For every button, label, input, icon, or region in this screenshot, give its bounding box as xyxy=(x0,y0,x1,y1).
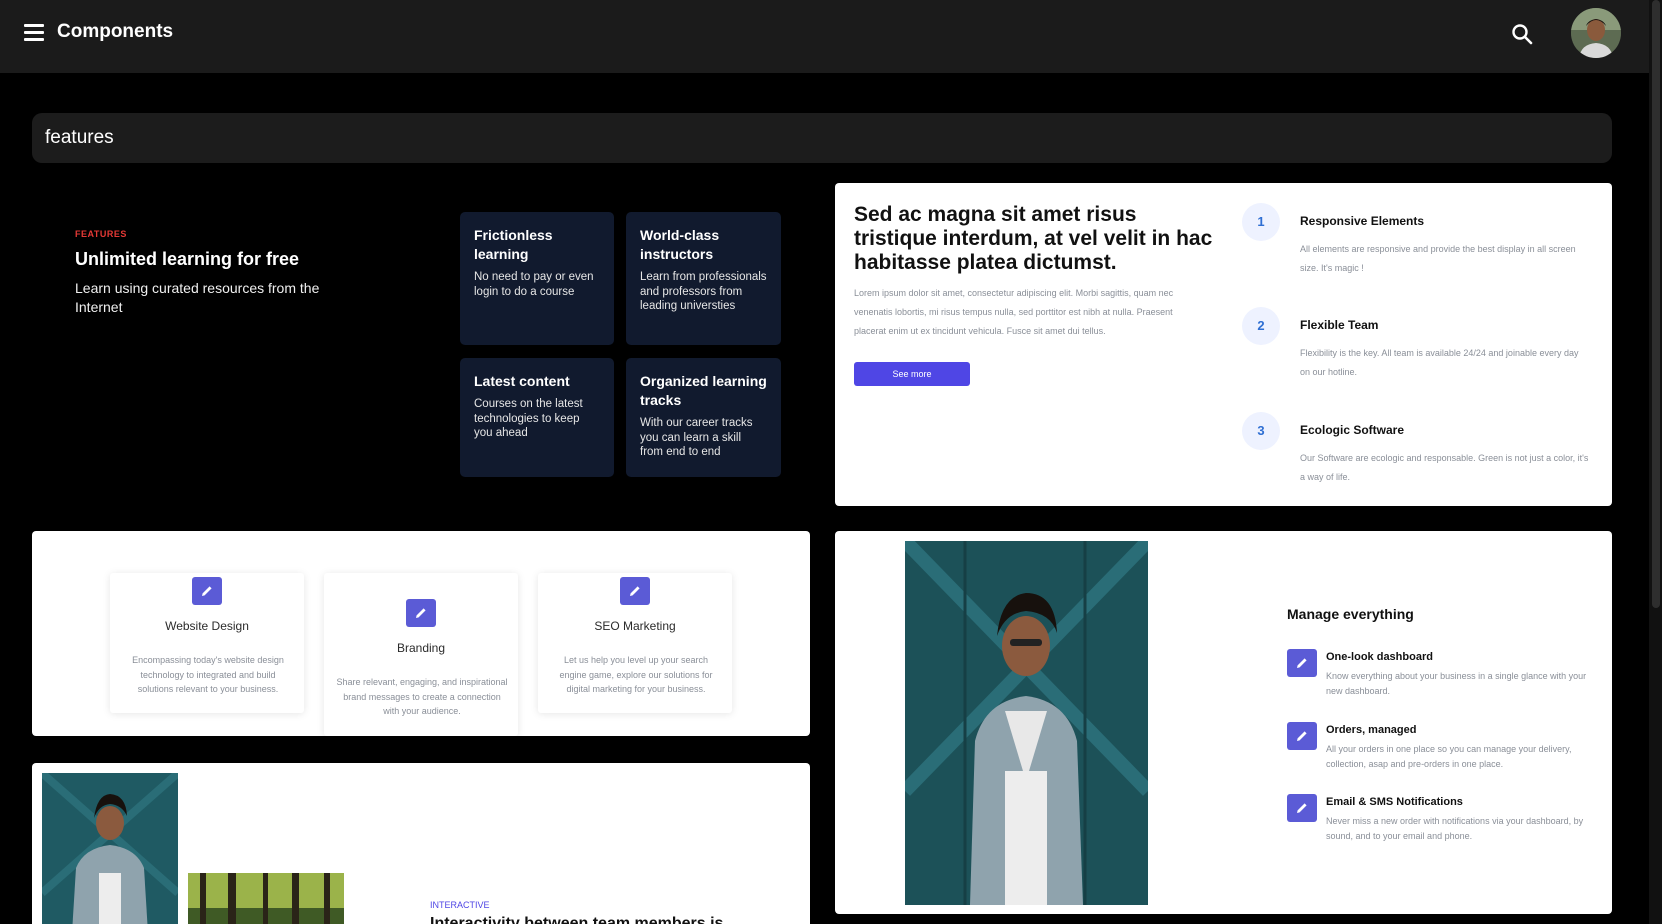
steps-card-description: Lorem ipsum dolor sit amet, consectetur … xyxy=(854,288,1174,336)
see-more-button[interactable]: See more xyxy=(854,362,970,386)
service-title: SEO Marketing xyxy=(594,619,676,633)
feature-box-text: Learn from professionals and professors … xyxy=(640,271,767,312)
steps-card: Sed ac magna sit amet risus tristique in… xyxy=(835,183,1612,506)
feature-box-title: Frictionless learning xyxy=(474,227,553,262)
manage-item-description: Know everything about your business in a… xyxy=(1326,671,1587,696)
feature-box-text: With our career tracks you can learn a s… xyxy=(640,417,753,458)
service-item: Website Design Encompassing today's webs… xyxy=(110,573,304,713)
manage-item-description: All your orders in one place so you can … xyxy=(1326,744,1572,769)
app-title: Components xyxy=(57,21,174,42)
component-search-input[interactable] xyxy=(32,113,1558,163)
manage-card: Manage everything One-look dashboard Kno… xyxy=(835,531,1612,914)
services-card: Website Design Encompassing today's webs… xyxy=(32,531,810,736)
step-title: Flexible Team xyxy=(1300,318,1379,332)
step-number: 2 xyxy=(1242,307,1280,345)
service-description: Share relevant, engaging, and inspiratio… xyxy=(336,677,508,716)
steps-card-title: Sed ac magna sit amet risus tristique in… xyxy=(854,203,1213,274)
manage-item-title: Email & SMS Notifications xyxy=(1326,796,1463,808)
pencil-icon xyxy=(620,577,650,605)
pencil-icon xyxy=(192,577,222,605)
pencil-icon xyxy=(1287,722,1317,750)
manage-title: Manage everything xyxy=(1287,606,1414,622)
feature-box-text: No need to pay or even login to do a cou… xyxy=(474,271,594,298)
service-description: Encompassing today's website design tech… xyxy=(132,655,284,694)
interactive-card: INTERACTIVE Interactivity between team m… xyxy=(32,763,810,924)
forest-photo xyxy=(188,873,344,924)
features-eyebrow: FEATURES xyxy=(75,229,127,239)
service-title: Website Design xyxy=(165,619,249,633)
pencil-icon xyxy=(406,599,436,627)
scrollbar-thumb[interactable] xyxy=(1652,0,1660,608)
feature-box: Frictionless learning No need to pay or … xyxy=(460,212,614,345)
interactive-eyebrow: INTERACTIVE xyxy=(430,900,490,910)
manage-item-description: Never miss a new order with notification… xyxy=(1326,816,1584,841)
feature-box-text: Courses on the latest technologies to ke… xyxy=(474,398,583,439)
top-bar: Components xyxy=(0,0,1649,73)
component-search-bar xyxy=(32,113,1612,163)
service-description: Let us help you level up your search eng… xyxy=(559,655,713,694)
step-description: All elements are responsive and provide … xyxy=(1300,244,1576,273)
features-title: Unlimited learning for free xyxy=(75,249,300,269)
step-description: Our Software are ecologic and responsabl… xyxy=(1300,453,1589,482)
feature-box-title: World-class instructors xyxy=(640,227,720,262)
model-photo xyxy=(905,541,1148,905)
hamburger-menu-icon[interactable] xyxy=(24,24,44,42)
service-title: Branding xyxy=(396,641,446,655)
feature-box: World-class instructors Learn from profe… xyxy=(626,212,781,345)
step-title: Ecologic Software xyxy=(1300,423,1405,437)
feature-box-title: Latest content xyxy=(474,373,570,389)
step-description: Flexibility is the key. All team is avai… xyxy=(1300,348,1579,377)
user-avatar[interactable] xyxy=(1571,8,1621,58)
feature-box: Latest content Courses on the latest tec… xyxy=(460,358,614,477)
service-item: Branding Share relevant, engaging, and i… xyxy=(324,573,518,736)
manage-item-title: One-look dashboard xyxy=(1326,651,1433,663)
service-item: SEO Marketing Let us help you level up y… xyxy=(538,573,732,713)
feature-box: Organized learning tracks With our caree… xyxy=(626,358,781,477)
step-number: 3 xyxy=(1242,412,1280,450)
features-subtitle: Learn using curated resources from the I… xyxy=(75,280,320,315)
interactive-title: Interactivity between team members is xyxy=(430,915,724,924)
page-scrollbar[interactable] xyxy=(1649,0,1662,924)
feature-box-title: Organized learning tracks xyxy=(640,373,767,408)
step-title: Responsive Elements xyxy=(1300,214,1425,228)
pencil-icon xyxy=(1287,649,1317,677)
search-icon[interactable] xyxy=(1510,22,1534,46)
pencil-icon xyxy=(1287,794,1317,822)
team-member-photo xyxy=(42,773,178,924)
step-number: 1 xyxy=(1242,203,1280,241)
manage-item-title: Orders, managed xyxy=(1326,724,1417,736)
